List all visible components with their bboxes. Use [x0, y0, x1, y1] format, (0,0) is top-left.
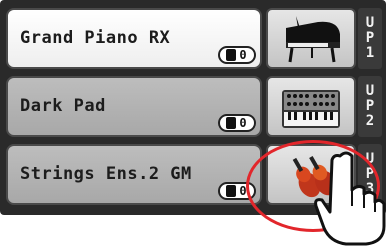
tag-char: 3 [365, 181, 375, 197]
sound-category-button-upper-1[interactable] [266, 8, 356, 69]
sound-category-button-upper-2[interactable] [266, 76, 356, 137]
tag-char: U [365, 83, 375, 99]
sound-name: Strings Ens.2 GM [20, 164, 192, 184]
toggle-label: 0 [239, 184, 248, 198]
toggle-indicator-icon [226, 49, 237, 61]
tag-char: 2 [365, 113, 375, 129]
toggle-indicator-icon [226, 117, 237, 129]
toggle-indicator-icon [226, 185, 237, 197]
toggle-label: 0 [239, 48, 248, 62]
sound-name: Grand Piano RX [20, 28, 171, 48]
toggle-label: 0 [239, 116, 248, 130]
tag-char: 1 [365, 45, 375, 61]
violin-icon [292, 155, 337, 198]
on-off-toggle[interactable]: 0 [218, 46, 256, 64]
track-tag-upper-1: U P 1 [358, 8, 382, 69]
tag-char: P [365, 166, 375, 182]
sound-name: Dark Pad [20, 96, 106, 116]
tag-char: U [365, 15, 375, 31]
tag-char: U [365, 151, 375, 167]
tag-char: P [365, 98, 375, 114]
sound-category-button-upper-3[interactable] [266, 144, 356, 205]
grand-piano-icon [286, 16, 340, 63]
track-slot-upper-2[interactable]: Dark Pad 0 [6, 76, 262, 137]
track-tag-upper-2: U P 2 [358, 76, 382, 137]
keyboard-tracks-panel: Grand Piano RX 0 U P 1 Dark Pad 0 U P 2 … [0, 0, 386, 215]
track-tag-upper-3: U P 3 [358, 144, 382, 205]
tag-char: P [365, 30, 375, 46]
track-slot-upper-1[interactable]: Grand Piano RX 0 [6, 8, 262, 69]
on-off-toggle[interactable]: 0 [218, 114, 256, 132]
track-slot-upper-3[interactable]: Strings Ens.2 GM 0 [6, 144, 262, 205]
synth-keyboard-icon [282, 90, 340, 128]
on-off-toggle[interactable]: 0 [218, 182, 256, 200]
